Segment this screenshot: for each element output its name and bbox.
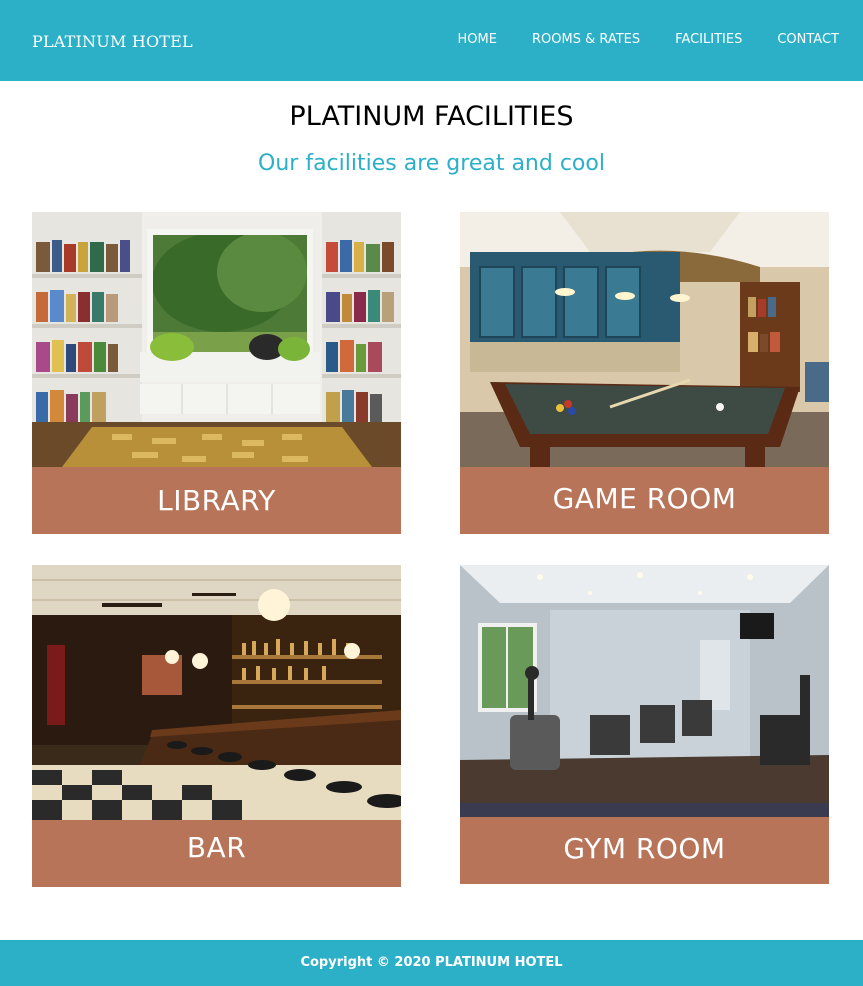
game-room-photo [460,212,829,467]
copyright-text: Copyright © 2020 PLATINUM HOTEL [300,955,563,970]
facility-card-bar[interactable]: BAR [32,565,401,887]
facility-card-library[interactable]: LIBRARY [32,212,401,534]
facility-label-gym-room: GYM ROOM [460,817,829,884]
nav-contact-link[interactable]: CONTACT [777,30,839,50]
facility-label-game-room: GAME ROOM [460,467,829,534]
facility-label-bar: BAR [32,820,401,887]
nav-home-link[interactable]: HOME [458,30,497,50]
site-logo[interactable]: PLATINUM HOTEL [32,31,193,53]
page-title: PLATINUM FACILITIES [289,101,574,132]
bar-photo [32,565,401,820]
main-nav: HOME ROOMS & RATES FACILITIES CONTACT [458,30,839,50]
library-photo [32,212,401,467]
site-footer: Copyright © 2020 PLATINUM HOTEL [0,940,863,986]
site-header: PLATINUM HOTEL HOME ROOMS & RATES FACILI… [0,0,863,81]
facility-card-gym-room[interactable]: GYM ROOM [460,565,829,884]
nav-facilities-link[interactable]: FACILITIES [675,30,742,50]
gym-room-photo [460,565,829,820]
facility-label-library: LIBRARY [32,467,401,534]
facility-card-game-room[interactable]: GAME ROOM [460,212,829,534]
page-subtitle: Our facilities are great and cool [258,151,605,176]
nav-rooms-rates-link[interactable]: ROOMS & RATES [532,30,640,50]
